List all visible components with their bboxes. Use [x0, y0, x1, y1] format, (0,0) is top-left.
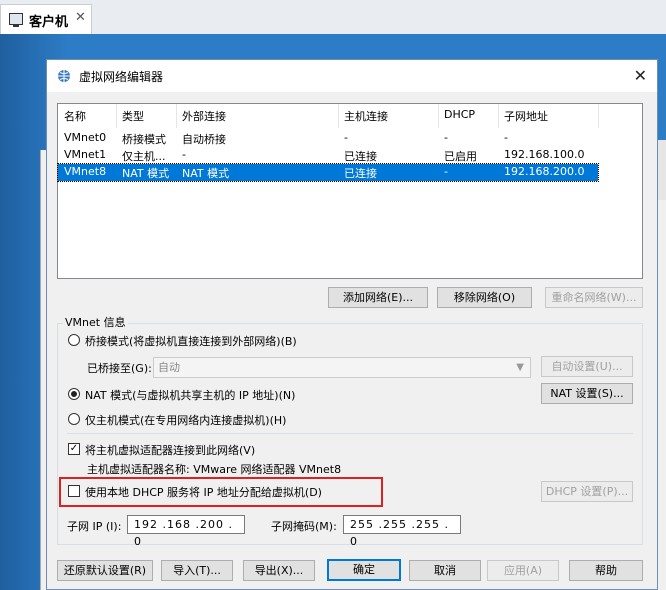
adapter-name-text: 主机虚拟适配器名称: VMware 网络适配器 VMnet8	[87, 463, 342, 476]
network-icon	[58, 70, 70, 82]
col-header-host[interactable]: 主机连接	[344, 108, 388, 124]
dialog-title: 虚拟网络编辑器	[79, 70, 164, 84]
cell-subnet: 192.168.200.0	[504, 165, 585, 178]
cell-subnet: 192.168.100.0	[504, 148, 585, 161]
close-icon[interactable]: ✕	[634, 66, 647, 85]
help-button[interactable]: 帮助	[569, 560, 643, 581]
cell-external: NAT 模式	[182, 167, 230, 180]
tab-close-icon[interactable]: ✕	[75, 10, 86, 25]
remove-network-button[interactable]: 移除网络(O)	[437, 287, 532, 308]
restore-defaults-button[interactable]: 还原默认设置(R)	[57, 560, 153, 581]
cell-name: VMnet0	[64, 131, 107, 144]
vmnet-info-label: VMnet 信息	[63, 314, 128, 330]
bridged-radio[interactable]	[68, 334, 80, 346]
cell-external: 自动桥接	[182, 133, 226, 146]
cell-name: VMnet1	[64, 148, 107, 161]
connect-adapter-checkbox[interactable]: ✓	[68, 443, 80, 455]
use-dhcp-label[interactable]: 使用本地 DHCP 服务将 IP 地址分配给虚拟机(D)	[85, 484, 322, 500]
nat-radio[interactable]	[68, 388, 80, 400]
table-row[interactable]: VMnet0 桥接模式 自动桥接 - - -	[58, 130, 598, 147]
tab-bar: 客户机 ✕	[0, 0, 666, 35]
cancel-button[interactable]: 取消	[409, 560, 481, 581]
col-header-subnet[interactable]: 子网地址	[504, 108, 548, 124]
nat-label[interactable]: NAT 模式(与虚拟机共享主机的 IP 地址)(N)	[85, 387, 295, 403]
chevron-down-icon: ▼	[516, 362, 524, 373]
virtual-network-editor-dialog: 虚拟网络编辑器 ✕ 名称 类型 外部连接 主机连接 DHCP 子网地址 VMne…	[46, 59, 658, 590]
vm-icon	[9, 13, 23, 27]
cell-dhcp: -	[444, 131, 448, 144]
col-header-external[interactable]: 外部连接	[182, 108, 226, 124]
tab-guest[interactable]: 客户机 ✕	[0, 4, 92, 34]
table-row-selected[interactable]: VMnet8 NAT 模式 NAT 模式 已连接 - 192.168.200.0	[57, 163, 599, 182]
divider	[67, 433, 633, 434]
table-row[interactable]: VMnet1 仅主机... - 已连接 已启用 192.168.100.0	[58, 147, 598, 164]
cell-dhcp: -	[444, 165, 448, 178]
network-list[interactable]: 名称 类型 外部连接 主机连接 DHCP 子网地址 VMnet0 桥接模式 自动…	[57, 103, 643, 279]
connect-adapter-label[interactable]: 将主机虚拟适配器连接到此网络(V)	[85, 442, 255, 458]
host-only-radio[interactable]	[68, 413, 80, 425]
tab-label: 客户机	[29, 15, 69, 30]
dhcp-settings-button[interactable]: DHCP 设置(P)...	[541, 481, 633, 502]
ok-button[interactable]: 确定	[327, 559, 401, 581]
col-header-type[interactable]: 类型	[122, 108, 144, 124]
cell-external: -	[182, 148, 186, 161]
subnet-ip-field[interactable]: 192 .168 .200 . 0	[127, 515, 245, 548]
col-header-name[interactable]: 名称	[64, 108, 86, 124]
col-header-dhcp[interactable]: DHCP	[444, 108, 475, 121]
subnet-ip-label: 子网 IP (I):	[67, 520, 122, 533]
cell-subnet: -	[504, 131, 508, 144]
bridged-to-select[interactable]: 自动 ▼	[153, 357, 531, 378]
apply-button[interactable]: 应用(A)	[487, 560, 559, 581]
list-header: 名称 类型 外部连接 主机连接 DHCP 子网地址	[58, 104, 642, 128]
cell-type: NAT 模式	[122, 167, 170, 180]
subnet-mask-label: 子网掩码(M):	[271, 520, 337, 533]
auto-settings-button[interactable]: 自动设置(U)...	[541, 356, 633, 377]
export-button[interactable]: 导出(X)...	[243, 560, 315, 581]
bridged-to-value: 自动	[158, 361, 180, 374]
title-bar: 虚拟网络编辑器 ✕	[47, 60, 657, 92]
cell-dhcp: 已启用	[444, 150, 477, 163]
cell-host: 已连接	[344, 167, 377, 180]
rename-network-button[interactable]: 重命名网络(W)...	[545, 287, 643, 308]
cell-name: VMnet8	[64, 165, 107, 178]
use-dhcp-checkbox[interactable]	[68, 485, 80, 497]
nat-settings-button[interactable]: NAT 设置(S)...	[541, 383, 633, 404]
subnet-mask-field[interactable]: 255 .255 .255 . 0	[343, 515, 461, 548]
import-button[interactable]: 导入(T)...	[161, 560, 233, 581]
add-network-button[interactable]: 添加网络(E)...	[328, 287, 428, 308]
cell-type: 桥接模式	[122, 133, 166, 146]
bridged-to-label: 已桥接至(G):	[87, 362, 152, 375]
cell-host: -	[344, 131, 348, 144]
cell-host: 已连接	[344, 150, 377, 163]
bridged-label[interactable]: 桥接模式(将虚拟机直接连接到外部网络)(B)	[85, 333, 297, 349]
cell-type: 仅主机...	[122, 150, 166, 163]
host-only-label[interactable]: 仅主机模式(在专用网络内连接虚拟机)(H)	[85, 412, 286, 428]
